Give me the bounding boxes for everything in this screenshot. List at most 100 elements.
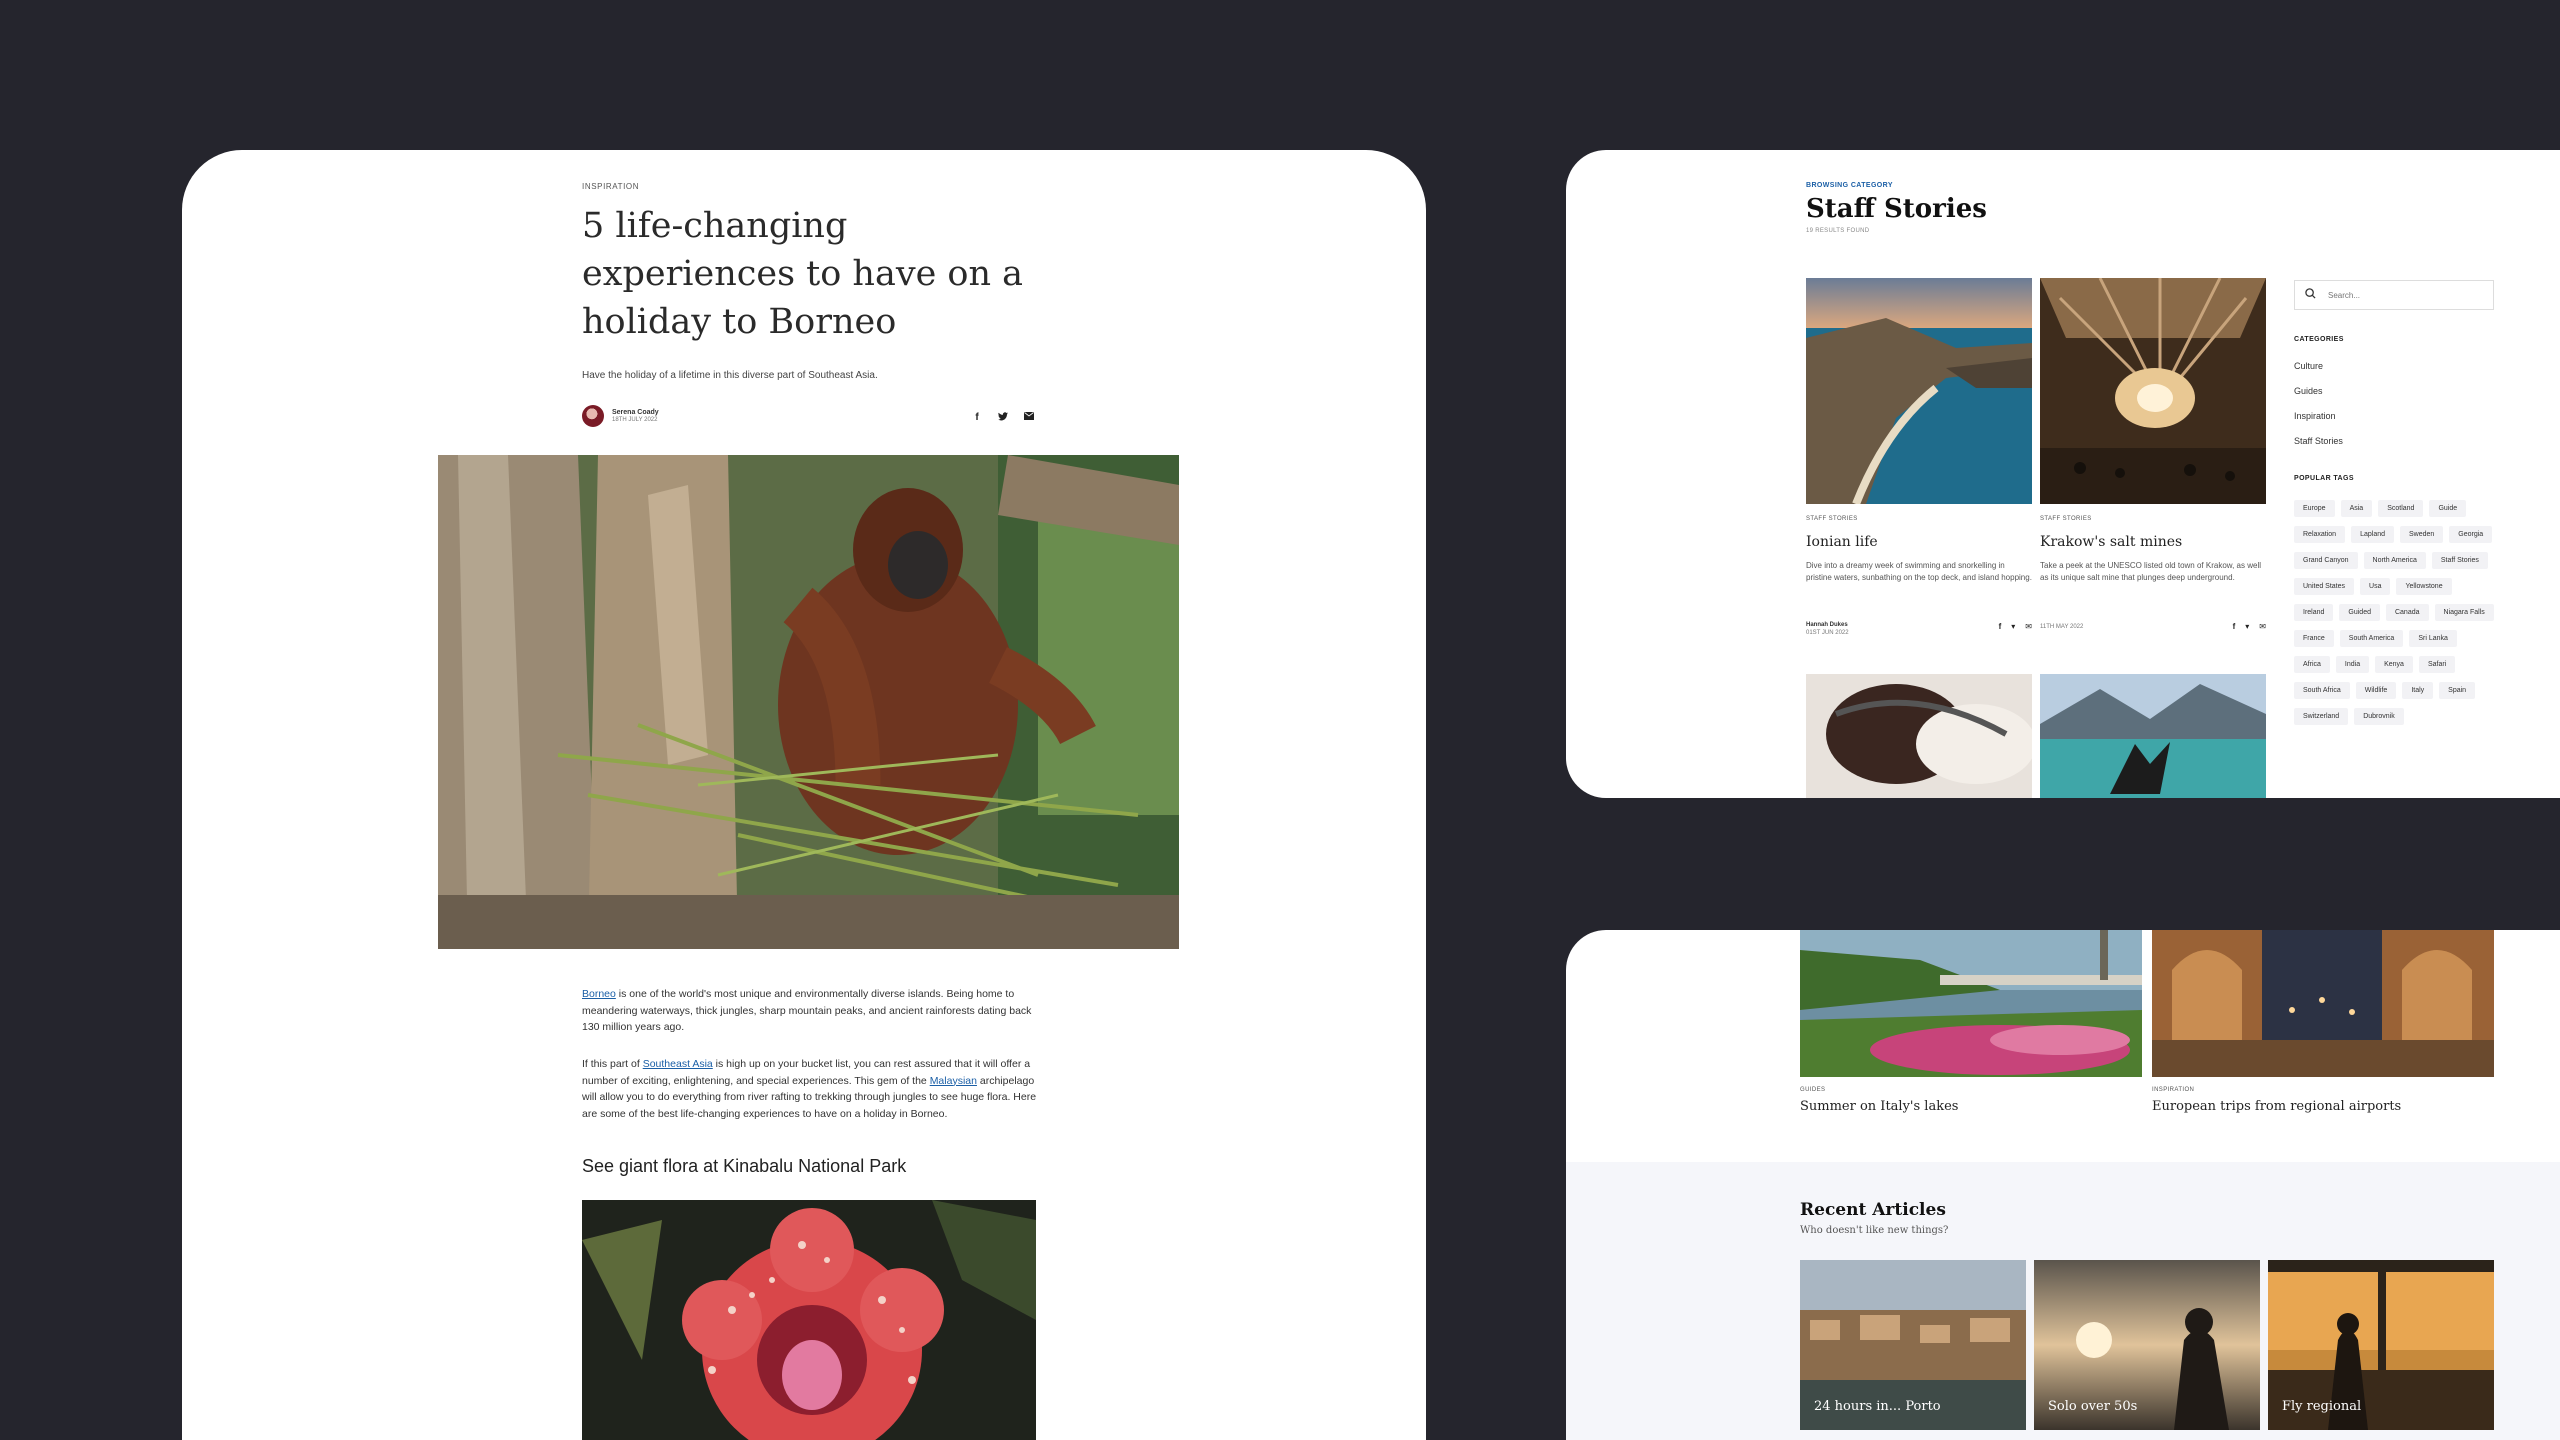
italy-lakes-image[interactable] — [1800, 930, 2142, 1077]
card-category[interactable]: STAFF STORIES — [1806, 516, 2032, 522]
tag-chip[interactable]: Canada — [2385, 604, 2429, 621]
recent-card-title[interactable]: Fly regional — [2282, 1399, 2361, 1414]
article-subtitle: Have the holiday of a lifetime in this d… — [582, 370, 878, 381]
story-card-ionian[interactable]: STAFF STORIES Ionian life Dive into a dr… — [1806, 278, 2032, 636]
tag-chip[interactable]: Asia — [2340, 500, 2373, 517]
category-link[interactable]: Staff Stories — [2294, 436, 2494, 461]
twitter-icon[interactable] — [998, 412, 1008, 424]
card-category[interactable]: GUIDES — [1800, 1087, 2142, 1093]
card-date: 01ST JUN 2022 — [1806, 630, 1849, 636]
card-title[interactable]: Krakow's salt mines — [2040, 534, 2266, 550]
category-link[interactable]: Inspiration — [2294, 411, 2494, 436]
tag-chip[interactable]: Guide — [2429, 500, 2467, 517]
email-icon[interactable] — [1024, 412, 1034, 424]
search-icon — [2305, 286, 2316, 304]
avatar[interactable] — [582, 405, 604, 427]
tag-chip[interactable]: Sri Lanka — [2409, 630, 2457, 647]
tag-chip[interactable]: Relaxation — [2294, 526, 2346, 543]
card-date: 11TH MAY 2022 — [2040, 624, 2084, 630]
section-heading: See giant flora at Kinabalu National Par… — [582, 1156, 907, 1176]
borneo-link[interactable]: Borneo — [582, 988, 616, 1000]
recent-card-title[interactable]: 24 hours in... Porto — [1814, 1399, 1941, 1414]
recent-card-fly-regional[interactable]: Fly regional — [2268, 1260, 2494, 1430]
search-input[interactable] — [2328, 290, 2468, 300]
tag-chip[interactable]: Niagara Falls — [2434, 604, 2494, 621]
facebook-icon[interactable]: f — [972, 412, 982, 424]
card-share: f ▾ ✉ — [2233, 622, 2266, 631]
paragraph-bucket-list: If this part of Southeast Asia is high u… — [582, 1058, 1037, 1120]
tag-chip[interactable]: Safari — [2418, 656, 2456, 673]
knitting-image[interactable] — [1806, 674, 2032, 798]
malaysian-link[interactable]: Malaysian — [930, 1075, 977, 1087]
orangutan-hero-image — [438, 455, 1179, 949]
twitter-icon[interactable]: ▾ — [2245, 622, 2249, 631]
facebook-icon[interactable]: f — [1999, 622, 2002, 631]
card-title[interactable]: Ionian life — [1806, 534, 2032, 550]
results-count: 19 RESULTS FOUND — [1806, 228, 1870, 234]
recent-articles-title: Recent Articles — [1800, 1200, 1946, 1220]
tag-chip[interactable]: Ireland — [2294, 604, 2334, 621]
tag-chip[interactable]: Staff Stories — [2431, 552, 2488, 569]
popular-tags-heading: POPULAR TAGS — [2294, 475, 2354, 482]
email-icon[interactable]: ✉ — [2025, 622, 2032, 631]
tag-chip[interactable]: United States — [2294, 578, 2355, 595]
author-name[interactable]: Serena Coady — [612, 409, 659, 416]
tag-chip[interactable]: France — [2294, 630, 2334, 647]
tag-chip[interactable]: Georgia — [2449, 526, 2493, 543]
tag-cloud: Europe Asia Scotland Guide Relaxation Lapland… — [2294, 500, 2494, 725]
guide-card-airports[interactable]: INSPIRATION European trips from regional… — [2152, 930, 2494, 1114]
category-title: Staff Stories — [1806, 194, 1987, 224]
tag-chip[interactable]: Yellowstone — [2396, 578, 2452, 595]
tag-chip[interactable]: Sweden — [2400, 526, 2444, 543]
tag-chip[interactable]: Kenya — [2375, 656, 2413, 673]
email-icon[interactable]: ✉ — [2259, 622, 2266, 631]
tag-chip[interactable]: Africa — [2294, 656, 2330, 673]
tag-chip[interactable]: Grand Canyon — [2294, 552, 2358, 569]
card-title[interactable]: Summer on Italy's lakes — [1800, 1099, 2142, 1114]
publish-date: 18TH JULY 2022 — [612, 417, 658, 423]
salt-mine-image[interactable] — [2040, 278, 2266, 504]
guide-card-italy[interactable]: GUIDES Summer on Italy's lakes — [1800, 930, 2142, 1114]
tag-chip[interactable]: Dubrovnik — [2354, 708, 2404, 725]
article-category[interactable]: INSPIRATION — [582, 182, 1042, 191]
tag-chip[interactable]: Guided — [2339, 604, 2380, 621]
tag-chip[interactable]: Italy — [2402, 682, 2434, 699]
tag-chip[interactable]: South America — [2339, 630, 2404, 647]
staff-stories-panel: BROWSING CATEGORY Staff Stories 19 RESUL… — [1566, 150, 2560, 798]
story-card-krakow[interactable]: STAFF STORIES Krakow's salt mines Take a… — [2040, 278, 2266, 631]
airport-arches-image[interactable] — [2152, 930, 2494, 1077]
categories-heading: CATEGORIES — [2294, 336, 2344, 343]
tag-chip[interactable]: Europe — [2294, 500, 2335, 517]
card-excerpt: Dive into a dreamy week of swimming and … — [1806, 561, 2032, 582]
category-link[interactable]: Culture — [2294, 361, 2494, 386]
card-share: f ▾ ✉ — [1999, 622, 2032, 631]
tag-chip[interactable]: Scotland — [2378, 500, 2424, 517]
card-category[interactable]: STAFF STORIES — [2040, 516, 2266, 522]
card-category[interactable]: INSPIRATION — [2152, 1087, 2494, 1093]
twitter-icon[interactable]: ▾ — [2011, 622, 2015, 631]
category-link[interactable]: Guides — [2294, 386, 2494, 411]
search-box[interactable] — [2294, 280, 2494, 310]
tag-chip[interactable]: Switzerland — [2294, 708, 2349, 725]
article-panel: INSPIRATION 5 life-changing experiences … — [182, 150, 1426, 1440]
recent-articles-panel: GUIDES Summer on Italy's lakes INSPIRATI… — [1566, 930, 2560, 1440]
southeast-asia-link[interactable]: Southeast Asia — [643, 1058, 713, 1070]
ionian-coast-image[interactable] — [1806, 278, 2032, 504]
recent-articles-subtitle: Who doesn't like new things? — [1800, 1225, 1949, 1236]
recent-card-title[interactable]: Solo over 50s — [2048, 1399, 2137, 1414]
article-title: 5 life-changing experiences to have on a… — [582, 206, 1024, 342]
tag-chip[interactable]: North America — [2363, 552, 2426, 569]
facebook-icon[interactable]: f — [2233, 622, 2236, 631]
lake-louise-image[interactable] — [2040, 674, 2266, 798]
recent-card-solo[interactable]: Solo over 50s — [2034, 1260, 2260, 1430]
category-list: Culture Guides Inspiration Staff Stories — [2294, 361, 2494, 461]
tag-chip[interactable]: Spain — [2439, 682, 2476, 699]
recent-card-porto[interactable]: 24 hours in... Porto — [1800, 1260, 2026, 1430]
tag-chip[interactable]: Wildlife — [2355, 682, 2397, 699]
card-title[interactable]: European trips from regional airports — [2152, 1099, 2494, 1114]
tag-chip[interactable]: South Africa — [2294, 682, 2350, 699]
tag-chip[interactable]: Usa — [2360, 578, 2391, 595]
card-author[interactable]: Hannah Dukes — [1806, 622, 1849, 628]
tag-chip[interactable]: Lapland — [2351, 526, 2394, 543]
tag-chip[interactable]: India — [2335, 656, 2370, 673]
